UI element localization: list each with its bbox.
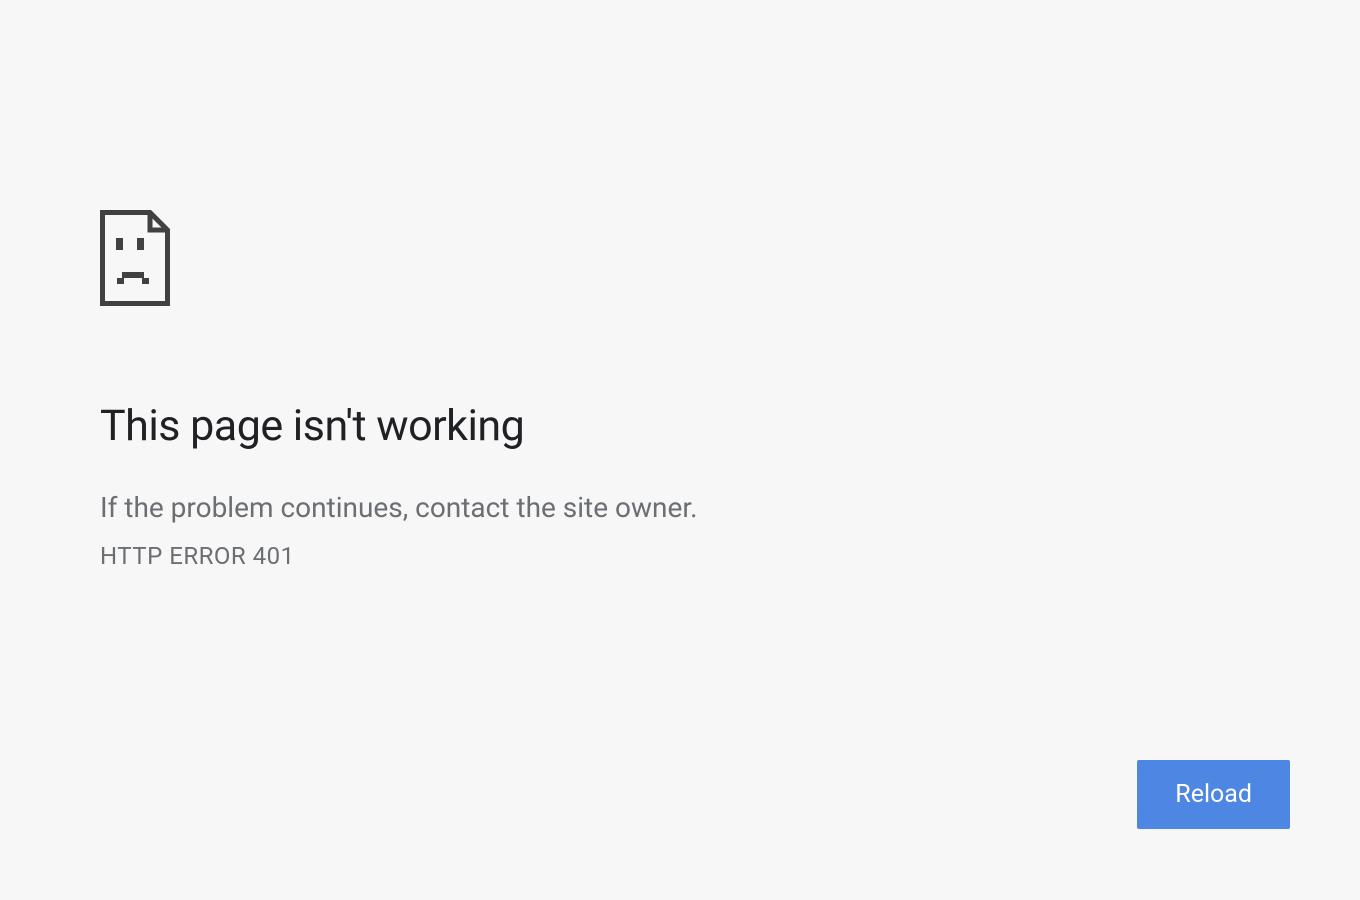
error-code: HTTP ERROR 401 xyxy=(100,542,1290,570)
error-container: This page isn't working If the problem c… xyxy=(100,210,1290,570)
error-icon-wrapper xyxy=(100,210,1290,306)
error-heading: This page isn't working xyxy=(100,401,1290,451)
sad-page-icon xyxy=(100,210,170,306)
reload-button[interactable]: Reload xyxy=(1137,760,1290,829)
error-message: If the problem continues, contact the si… xyxy=(100,491,1290,524)
